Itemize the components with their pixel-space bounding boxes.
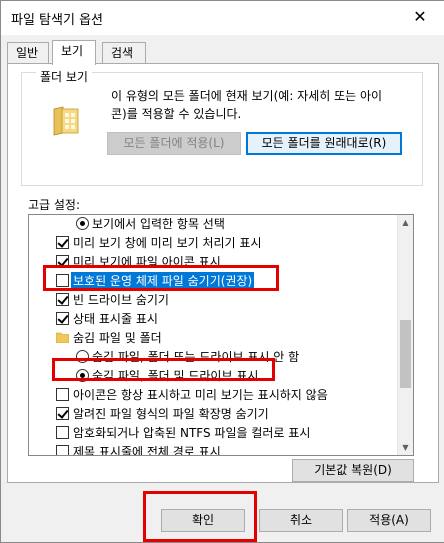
- vertical-scrollbar[interactable]: ▲ ▼: [397, 215, 413, 455]
- tab-view[interactable]: 보기: [52, 40, 96, 65]
- restore-defaults-button[interactable]: 기본값 복원(D): [292, 459, 414, 482]
- checkbox[interactable]: [56, 407, 69, 420]
- checkbox[interactable]: [56, 312, 69, 325]
- folder-views-description: 이 유형의 모든 폴더에 현재 보기(예: 자세히 또는 아이 콘)를 적용할 …: [111, 87, 411, 123]
- list-item-label: 알려진 파일 형식의 파일 확장명 숨기기: [73, 407, 269, 421]
- close-button[interactable]: ✕: [408, 6, 432, 28]
- apply-button[interactable]: 적용(A): [347, 509, 431, 532]
- list-item-label: 미리 보기에 파일 아이콘 표시: [73, 255, 221, 269]
- checkbox[interactable]: [56, 274, 69, 287]
- list-item-label: 빈 드라이브 숨기기: [73, 293, 169, 307]
- advanced-settings-list[interactable]: 보기에서 입력한 항목 선택 미리 보기 창에 미리 보기 처리기 표시 미리 …: [28, 214, 414, 456]
- file-explorer-options-dialog: 파일 탐색기 옵션 ✕ 일반 보기 검색 폴더 보기 이 유형의 모든 폴더에 …: [0, 0, 444, 543]
- list-item-label: 아이콘은 항상 표시하고 미리 보기는 표시하지 않음: [73, 388, 328, 402]
- checkbox[interactable]: [56, 236, 69, 249]
- title-bar: 파일 탐색기 옵션 ✕: [1, 1, 444, 35]
- advanced-settings-label: 고급 설정:: [28, 198, 81, 212]
- folder-icon: [53, 106, 79, 136]
- checkbox[interactable]: [56, 293, 69, 306]
- list-item-label: 상태 표시줄 표시: [73, 312, 158, 326]
- checkbox[interactable]: [56, 445, 69, 455]
- reset-folders-button[interactable]: 모든 폴더를 원래대로(R): [246, 132, 402, 155]
- description-line-1: 이 유형의 모든 폴더에 현재 보기(예: 자세히 또는 아이: [111, 89, 383, 103]
- description-line-2: 콘)를 적용할 수 있습니다.: [111, 107, 242, 121]
- radio-button[interactable]: [76, 369, 89, 382]
- radio-button[interactable]: [76, 217, 89, 230]
- list-item-label: 보기에서 입력한 항목 선택: [92, 217, 225, 231]
- ok-button[interactable]: 확인: [161, 509, 245, 532]
- list-item-label: 암호화되거나 압축된 NTFS 파일을 컬러로 표시: [73, 426, 311, 440]
- checkbox[interactable]: [56, 388, 69, 401]
- checkbox[interactable]: [56, 426, 69, 439]
- list-item-label: 숨김 파일, 폴더 및 드라이브 표시: [92, 369, 259, 383]
- list-item-label: 숨김 파일 및 폴더: [73, 331, 162, 345]
- tab-search[interactable]: 검색: [102, 42, 146, 63]
- tab-general[interactable]: 일반: [7, 42, 49, 63]
- list-item-label: 보호된 운영 체제 파일 숨기기(권장): [71, 272, 255, 290]
- list-item-label: 미리 보기 창에 미리 보기 처리기 표시: [73, 236, 262, 250]
- apply-to-folders-button[interactable]: 모든 폴더에 적용(L): [107, 132, 241, 155]
- folder-views-label: 폴더 보기: [36, 68, 92, 85]
- cancel-button[interactable]: 취소: [259, 509, 343, 532]
- radio-button[interactable]: [76, 350, 89, 363]
- window-title: 파일 탐색기 옵션: [11, 13, 103, 28]
- checkbox[interactable]: [56, 255, 69, 268]
- scrollbar-thumb[interactable]: [400, 320, 411, 388]
- folder-icon: [56, 332, 69, 343]
- list-item-label: 제목 표시줄에 전체 경로 표시: [73, 445, 221, 456]
- list-item-label: 숨김 파일, 폴더 또는 드라이브 표시 안 함: [92, 350, 300, 364]
- scroll-up-arrow-icon[interactable]: ▲: [398, 215, 413, 230]
- scroll-down-arrow-icon[interactable]: ▼: [398, 440, 413, 455]
